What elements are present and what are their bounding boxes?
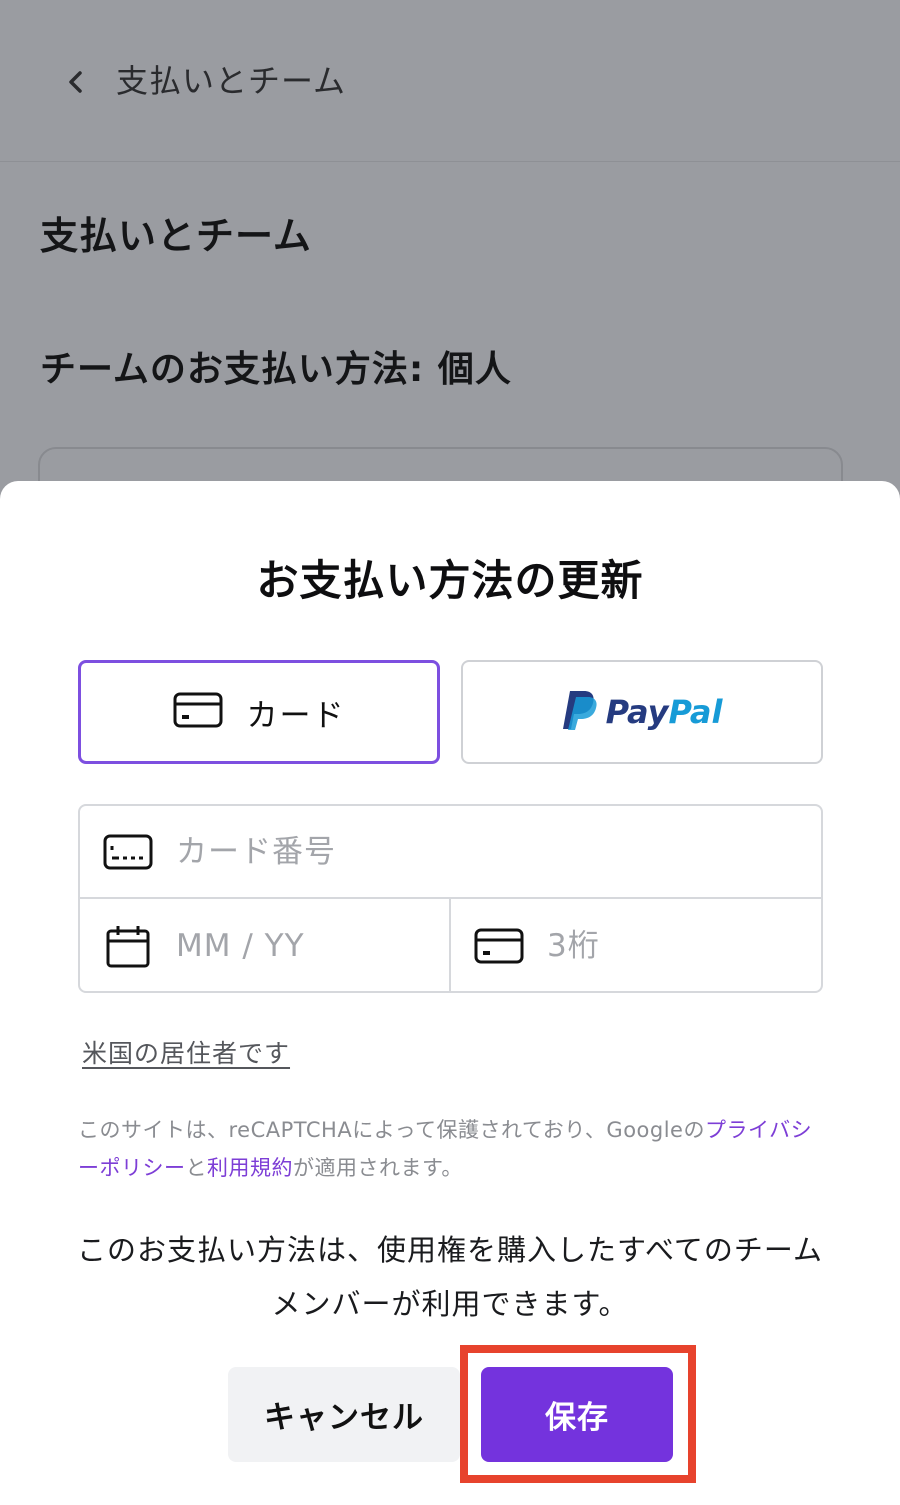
save-button[interactable]: 保存 xyxy=(481,1367,673,1462)
paypal-wordmark: PayPal xyxy=(605,693,723,731)
recaptcha-and-text: と xyxy=(185,1156,207,1180)
chevron-left-icon[interactable] xyxy=(62,68,90,96)
page-heading: 支払いとチーム xyxy=(40,214,312,258)
payment-method-card-button[interactable]: カード xyxy=(78,660,440,764)
credit-card-icon xyxy=(173,692,223,732)
team-note: このお支払い方法は、使用権を購入したすべてのチームメンバーが利用できます。 xyxy=(77,1233,823,1321)
calendar-icon xyxy=(102,920,154,972)
expiry-input[interactable] xyxy=(176,928,416,964)
card-fields-group xyxy=(78,804,823,993)
page: 支払いとチーム 支払いとチーム チームのお支払い方法: 個人 お支払い方法の更新… xyxy=(0,0,900,1505)
card-number-input[interactable] xyxy=(176,833,696,870)
card-number-field xyxy=(80,806,821,899)
terms-link[interactable]: 利用規約 xyxy=(207,1156,293,1180)
cvc-field xyxy=(451,899,821,991)
expiry-field xyxy=(80,899,451,991)
top-bar: 支払いとチーム xyxy=(0,0,900,162)
sheet-title: お支払い方法の更新 xyxy=(256,556,644,605)
team-payment-method-heading: チームのお支払い方法: 個人 xyxy=(40,349,512,390)
paypal-logo-icon xyxy=(562,689,598,735)
recaptcha-prefix-text: このサイトは、reCAPTCHAによって保護されており、Googleの xyxy=(78,1118,705,1142)
cvc-input[interactable] xyxy=(547,928,787,964)
recaptcha-suffix-text: が適用されます。 xyxy=(293,1156,463,1180)
recaptcha-notice: このサイトは、reCAPTCHAによって保護されており、Googleのプライバシ… xyxy=(78,1111,828,1187)
payment-method-paypal-button[interactable]: PayPal xyxy=(461,660,823,764)
card-number-icon xyxy=(102,826,154,878)
update-payment-sheet: お支払い方法の更新 カード PayPal カード番号 MM / YY 3桁 米国… xyxy=(0,481,900,1505)
card-method-label: カード xyxy=(246,697,346,734)
card-back-icon xyxy=(473,920,525,972)
us-resident-link[interactable]: 米国の居住者です xyxy=(82,1034,290,1070)
top-bar-title: 支払いとチーム xyxy=(116,62,347,100)
cancel-button[interactable]: キャンセル xyxy=(228,1367,460,1462)
